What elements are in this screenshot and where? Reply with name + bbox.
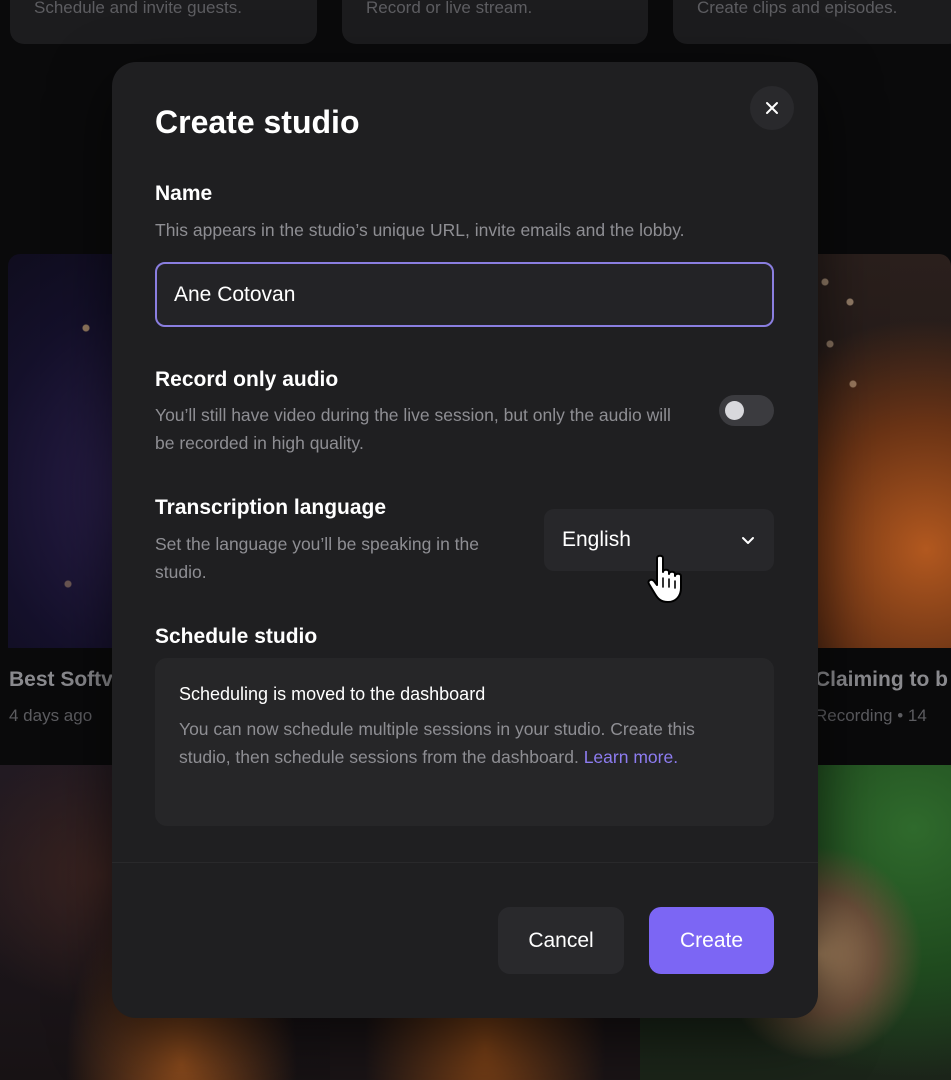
name-label: Name [155,182,213,205]
info-body: You can now schedule multiple sessions i… [179,715,750,771]
toggle-knob [725,401,744,420]
close-icon [766,102,778,114]
learn-more-link[interactable]: Learn more. [584,747,678,767]
info-title: Scheduling is moved to the dashboard [179,684,486,704]
chevron-down-icon [742,537,754,544]
transcription-language-help-text: Set the language you’ll be speaking in t… [155,534,479,582]
cancel-button[interactable]: Cancel [498,907,624,974]
language-select[interactable]: English [544,509,774,571]
record-audio-label: Record only audio [155,368,339,391]
footer-divider [112,862,818,863]
name-help-text: This appears in the studio’s unique URL,… [155,220,685,240]
feature-card-clips: Create clips and episodes. [673,0,951,44]
create-button[interactable]: Create [649,907,774,974]
video-meta: 4 days ago [9,706,93,725]
record-audio-toggle[interactable] [719,395,774,426]
feature-card-text: Record or live stream. [366,0,533,17]
studio-name-input[interactable] [155,262,774,327]
create-studio-dialog: Create studio Name This appears in the s… [112,62,818,1018]
feature-card-text: Create clips and episodes. [697,0,898,17]
language-select-value: English [562,528,631,551]
record-audio-help-text: You’ll still have video during the live … [155,405,671,453]
feature-card-text: Schedule and invite guests. [34,0,242,17]
video-title: Claiming to b [815,668,948,691]
schedule-studio-label: Schedule studio [155,625,318,648]
close-button[interactable] [750,86,794,130]
video-title: Best Softv [9,668,113,691]
dialog-title: Create studio [155,104,360,140]
feature-card-record: Record or live stream. [342,0,648,44]
video-meta: Recording • 14 [815,706,927,725]
transcription-language-label: Transcription language [155,496,387,519]
scheduling-info-box: Scheduling is moved to the dashboard You… [155,658,774,826]
feature-card-schedule: Schedule and invite guests. [10,0,317,44]
